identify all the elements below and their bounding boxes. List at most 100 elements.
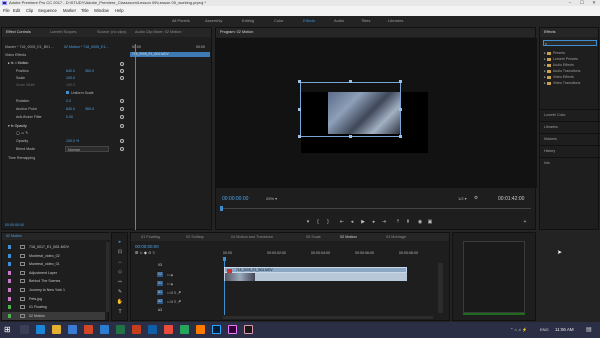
tab-02-motion[interactable]: 02 Motion xyxy=(340,233,357,241)
blend-mode-select[interactable]: Normal xyxy=(65,146,109,152)
reset-position-icon[interactable] xyxy=(120,69,124,73)
reset-rotation-icon[interactable] xyxy=(120,99,124,103)
tab-01-floating[interactable]: 01 Floating xyxy=(141,233,160,241)
label-color-swatch[interactable] xyxy=(8,313,11,318)
track-a2-label[interactable]: A2 xyxy=(157,299,163,304)
excel-icon[interactable] xyxy=(116,325,125,334)
windows-start-icon[interactable]: ⊞ xyxy=(4,325,13,334)
premiere-icon[interactable] xyxy=(228,325,237,334)
pen-tool-icon[interactable]: ✎ xyxy=(116,289,124,295)
export-frame-icon[interactable]: ◉ xyxy=(416,219,424,225)
office-icon[interactable] xyxy=(84,325,93,334)
transform-bounding-box[interactable] xyxy=(300,82,401,137)
transform-handle-tr[interactable] xyxy=(399,80,402,83)
photoshop-icon[interactable] xyxy=(212,325,221,334)
workspace-editing[interactable]: Editing xyxy=(242,16,254,26)
label-color-swatch[interactable] xyxy=(8,262,11,267)
project-item[interactable]: Pets.jpg xyxy=(2,295,105,303)
menu-marker[interactable]: Marker xyxy=(63,6,76,16)
store-icon[interactable] xyxy=(68,325,77,334)
app-green-icon[interactable] xyxy=(180,325,189,334)
transform-handle-mr[interactable] xyxy=(399,108,402,111)
track-v2-label[interactable]: V2 xyxy=(157,272,163,277)
project-item[interactable]: Behind The Scenes xyxy=(2,277,105,285)
position-x-value[interactable]: 640.0 xyxy=(66,68,75,74)
panel-info[interactable]: Info xyxy=(544,160,550,166)
word-icon[interactable] xyxy=(100,325,109,334)
label-color-swatch[interactable] xyxy=(8,288,11,292)
track-a3-label[interactable]: A3 xyxy=(157,308,163,313)
system-tray-icons[interactable]: ⌃ ⌂ ♫ ⚡ xyxy=(510,322,527,338)
label-color-swatch[interactable] xyxy=(8,253,11,258)
reset-flicker-icon[interactable] xyxy=(120,115,124,119)
mask-tools[interactable]: ◯ ▭ ✎ xyxy=(16,130,28,136)
uniform-scale-row[interactable]: Uniform Scale xyxy=(66,90,94,96)
project-item[interactable]: Adjustment Layer xyxy=(2,269,105,277)
project-item[interactable]: Montreal_video_01 xyxy=(2,260,105,268)
tab-lumetri-scopes[interactable]: Lumetri Scopes xyxy=(50,28,76,37)
workspace-effects[interactable]: Effects xyxy=(303,16,315,26)
step-back-icon[interactable]: ◂ xyxy=(348,219,356,225)
workspace-assembly[interactable]: Assembly xyxy=(205,16,222,26)
tab-source[interactable]: Source: (no clips) xyxy=(97,28,127,37)
rotation-value[interactable]: 0.0 xyxy=(66,98,71,104)
language-indicator[interactable]: ENG xyxy=(540,322,549,338)
hand-tool-icon[interactable]: ✋ xyxy=(116,299,124,305)
lift-icon[interactable]: ⇡ xyxy=(394,219,402,225)
track-select-tool-icon[interactable]: ⊡ xyxy=(116,249,124,255)
track-v1-toggles[interactable]: ⊡ ◉ xyxy=(167,281,173,287)
go-to-out-icon[interactable]: ⇥ xyxy=(380,219,388,225)
selection-tool-icon[interactable]: ▸ xyxy=(116,239,124,245)
play-icon[interactable]: ▶ xyxy=(359,219,367,225)
search-taskbar-icon[interactable] xyxy=(20,325,29,334)
tab-05-scale[interactable]: 05 Scale xyxy=(306,233,321,241)
mark-in-icon[interactable]: { xyxy=(314,219,322,225)
timeline-tool-icons[interactable]: ⊞ ⊂ ◆ ⊙ ≡ xyxy=(135,250,155,256)
razor-tool-icon[interactable]: ◇ xyxy=(116,269,124,275)
transform-handle-tm[interactable] xyxy=(349,80,352,83)
label-color-swatch[interactable] xyxy=(8,270,11,275)
panel-libraries[interactable]: Libraries xyxy=(544,124,558,130)
taskbar-clock[interactable]: 11:06 AM xyxy=(555,322,574,338)
project-item[interactable]: 02 Motion xyxy=(2,311,105,320)
button-editor-icon[interactable]: + xyxy=(521,219,529,225)
track-v2-toggles[interactable]: ⊡ ◉ xyxy=(167,272,173,278)
program-playhead[interactable] xyxy=(220,206,223,211)
tab-04-motion-transform[interactable]: 04 Motion and Transform xyxy=(231,233,273,241)
reset-opacity-value-icon[interactable] xyxy=(120,139,124,143)
extract-icon[interactable]: ⇞ xyxy=(404,219,412,225)
position-y-value[interactable]: 360.0 xyxy=(85,68,94,74)
tab-02-solitary[interactable]: 02 Solitary xyxy=(186,233,204,241)
menu-help[interactable]: Help xyxy=(115,6,124,16)
app-orange-icon[interactable] xyxy=(196,325,205,334)
opacity-effect-row[interactable]: ▾ fx Opacity xyxy=(8,123,27,129)
effects-panel-title[interactable]: Effects xyxy=(544,28,556,37)
uniform-scale-checkbox[interactable] xyxy=(66,91,69,94)
label-color-swatch[interactable] xyxy=(8,296,11,301)
track-v1-label[interactable]: V1 xyxy=(157,281,163,286)
project-item[interactable]: Journey to New York 1 xyxy=(2,286,105,294)
menu-title[interactable]: Title xyxy=(81,6,89,16)
ripple-edit-tool-icon[interactable]: ↔ xyxy=(116,259,124,265)
transform-handle-br[interactable] xyxy=(399,135,402,138)
add-marker-icon[interactable]: ▾ xyxy=(304,219,312,225)
panel-history[interactable]: History xyxy=(544,148,555,154)
panel-markers[interactable]: Markers xyxy=(544,136,557,142)
track-a1-toggles[interactable]: ⊡ M S 🎤 xyxy=(167,290,181,296)
menu-sequence[interactable]: Sequence xyxy=(38,6,57,16)
program-time-ruler[interactable] xyxy=(221,208,531,209)
workspace-audio[interactable]: Audio xyxy=(334,16,344,26)
wrench-icon[interactable]: ⚙ xyxy=(474,195,479,201)
track-a1-label[interactable]: A1 xyxy=(157,290,163,295)
zoom-level-select[interactable]: 29% ▾ xyxy=(266,196,277,202)
sequence-clip-label[interactable]: 02 Motion * 718_0005_E1... xyxy=(64,44,109,50)
mark-out-icon[interactable]: } xyxy=(324,219,332,225)
anchor-y-value[interactable]: 360.0 xyxy=(85,106,94,112)
panel-lumetri-color[interactable]: Lumetri Color xyxy=(544,112,566,118)
comparison-view-icon[interactable]: ▣ xyxy=(426,219,434,225)
opacity-value[interactable]: 100.0 % xyxy=(66,138,79,144)
label-color-swatch[interactable] xyxy=(8,279,11,284)
powerpoint-icon[interactable] xyxy=(132,325,141,334)
workspace-color[interactable]: Color xyxy=(274,16,284,26)
transform-handle-bl[interactable] xyxy=(298,135,301,138)
